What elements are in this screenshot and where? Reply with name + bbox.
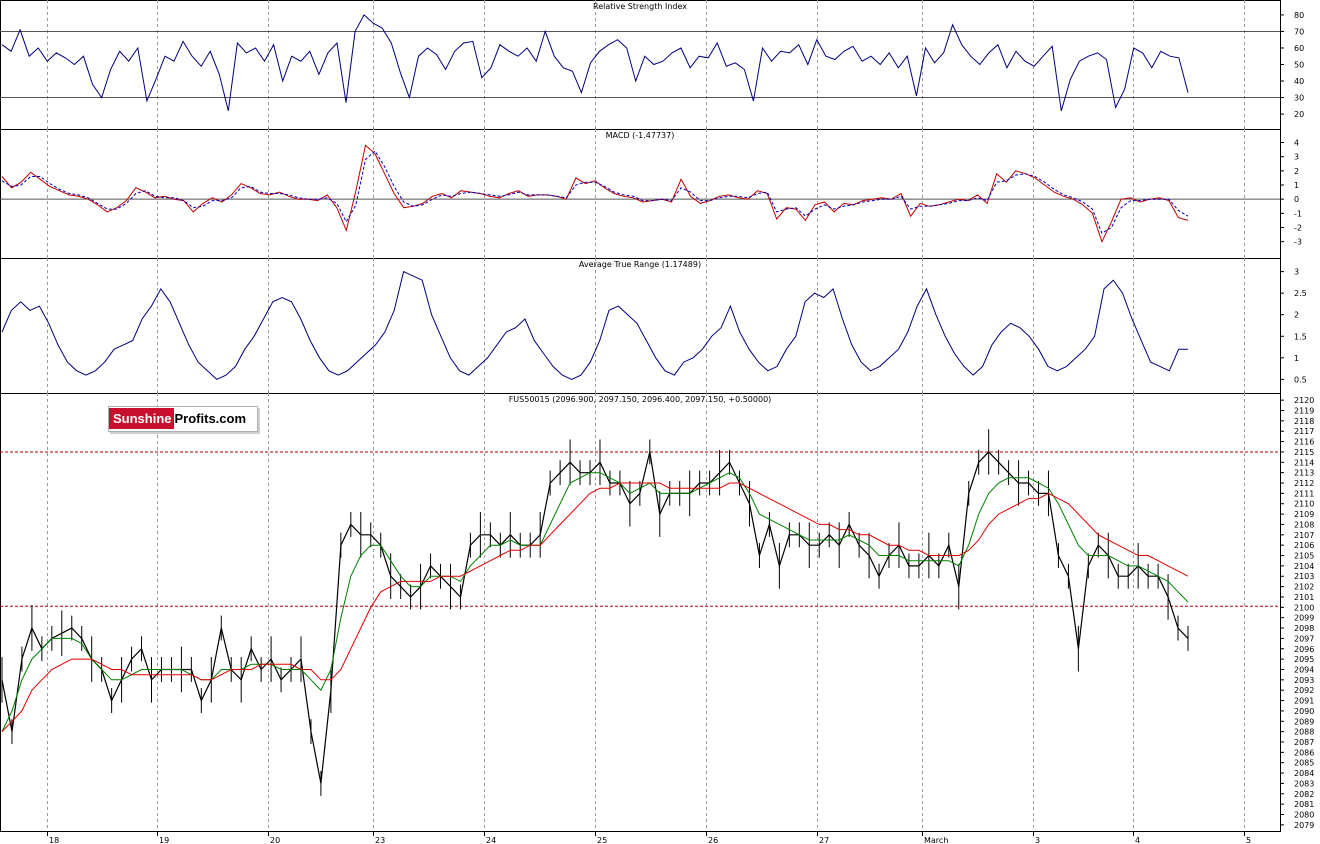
x-tick-label: 4 bbox=[1135, 836, 1140, 844]
y-tick-label: 2101 bbox=[1294, 593, 1314, 602]
x-tick-label: 18 bbox=[49, 836, 59, 844]
panel-frame bbox=[0, 129, 1281, 259]
y-tick-label: 2108 bbox=[1294, 520, 1314, 529]
y-tick-label: 0 bbox=[1294, 195, 1299, 204]
x-tick-label: 25 bbox=[597, 836, 607, 844]
y-tick-label: 2093 bbox=[1294, 676, 1314, 685]
y-tick-label: 20 bbox=[1294, 110, 1304, 119]
y-tick-label: 30 bbox=[1294, 94, 1304, 103]
y-tick-label: 80 bbox=[1294, 11, 1304, 20]
y-tick-label: 60 bbox=[1294, 44, 1304, 53]
y-tick-label: 2085 bbox=[1294, 759, 1314, 768]
y-tick-label: 2091 bbox=[1294, 697, 1314, 706]
y-tick-label: 2089 bbox=[1294, 717, 1314, 726]
logo: Sunshine Profits.com bbox=[108, 406, 258, 432]
y-tick-label: 2098 bbox=[1294, 624, 1314, 633]
y-tick-label: 2087 bbox=[1294, 738, 1314, 747]
y-tick-label: -3 bbox=[1294, 238, 1302, 247]
y-tick-label: 2099 bbox=[1294, 614, 1314, 623]
panel-frame bbox=[0, 258, 1281, 394]
y-tick-label: 2094 bbox=[1294, 665, 1314, 674]
y-tick-label: 2110 bbox=[1294, 500, 1314, 509]
y-tick-label: 2081 bbox=[1294, 800, 1314, 809]
y-tick-label: 3 bbox=[1294, 268, 1299, 277]
y-tick-label: 2080 bbox=[1294, 810, 1314, 819]
y-tick-label: 2096 bbox=[1294, 645, 1314, 654]
x-tick-label: March bbox=[924, 836, 948, 844]
y-tick-label: 2107 bbox=[1294, 531, 1314, 540]
x-tick-label: 23 bbox=[375, 836, 385, 844]
x-tick-label: 20 bbox=[270, 836, 280, 844]
y-tick-label: 2088 bbox=[1294, 728, 1314, 737]
y-tick-label: 40 bbox=[1294, 77, 1304, 86]
y-tick-label: 1 bbox=[1294, 354, 1299, 363]
y-tick-label: 2 bbox=[1294, 311, 1299, 320]
y-tick-label: 2102 bbox=[1294, 583, 1314, 592]
y-tick-label: 2097 bbox=[1294, 634, 1314, 643]
y-tick-label: 2106 bbox=[1294, 541, 1314, 550]
y-tick-label: 2116 bbox=[1294, 438, 1314, 447]
x-tick-label: 24 bbox=[486, 836, 496, 844]
panel-title: Average True Range (1.17489) bbox=[579, 260, 701, 269]
y-tick-label: 2111 bbox=[1294, 489, 1314, 498]
series-line bbox=[1, 472, 1189, 732]
y-tick-label: 2100 bbox=[1294, 603, 1314, 612]
panel-frame bbox=[0, 393, 1281, 832]
y-tick-label: 1.5 bbox=[1294, 332, 1307, 341]
logo-part-profits: Profits.com bbox=[174, 411, 247, 426]
y-tick-label: 2120 bbox=[1294, 396, 1314, 405]
y-tick-label: 2 bbox=[1294, 167, 1299, 176]
y-tick-label: 2104 bbox=[1294, 562, 1314, 571]
y-tick-label: 2.5 bbox=[1294, 289, 1307, 298]
y-tick-label: 2109 bbox=[1294, 510, 1314, 519]
y-tick-label: 2092 bbox=[1294, 686, 1314, 695]
y-tick-label: 2119 bbox=[1294, 407, 1314, 416]
y-tick-label: 2090 bbox=[1294, 707, 1314, 716]
y-tick-label: 2079 bbox=[1294, 821, 1314, 830]
panel-title: Relative Strength Index bbox=[593, 2, 687, 11]
y-tick-label: 50 bbox=[1294, 61, 1304, 70]
y-tick-label: 2105 bbox=[1294, 552, 1314, 561]
y-tick-label: 2117 bbox=[1294, 427, 1314, 436]
y-tick-label: 3 bbox=[1294, 153, 1299, 162]
y-tick-label: 2082 bbox=[1294, 790, 1314, 799]
x-tick-label: 5 bbox=[1246, 836, 1251, 844]
y-tick-label: 2103 bbox=[1294, 572, 1314, 581]
y-tick-label: 2084 bbox=[1294, 769, 1314, 778]
y-tick-label: 2114 bbox=[1294, 458, 1314, 467]
y-tick-label: 2113 bbox=[1294, 469, 1314, 478]
y-tick-label: 0.5 bbox=[1294, 375, 1307, 384]
x-tick-label: 3 bbox=[1035, 836, 1040, 844]
y-tick-label: 2118 bbox=[1294, 417, 1314, 426]
y-tick-label: 70 bbox=[1294, 27, 1304, 36]
y-tick-label: 2095 bbox=[1294, 655, 1314, 664]
x-tick-label: 26 bbox=[708, 836, 718, 844]
y-tick-label: 2115 bbox=[1294, 448, 1314, 457]
panel-title: MACD (-1.47737) bbox=[606, 131, 675, 140]
y-tick-label: 2086 bbox=[1294, 748, 1314, 757]
x-tick-label: 27 bbox=[819, 836, 829, 844]
y-tick-label: -1 bbox=[1294, 209, 1302, 218]
y-tick-label: -2 bbox=[1294, 224, 1302, 233]
y-tick-label: 4 bbox=[1294, 139, 1299, 148]
panel-frame bbox=[0, 0, 1281, 130]
x-tick-label: 19 bbox=[159, 836, 169, 844]
logo-part-sunshine: Sunshine bbox=[109, 408, 174, 429]
y-tick-label: 2112 bbox=[1294, 479, 1314, 488]
y-tick-label: 2083 bbox=[1294, 779, 1314, 788]
panel-title: FUS50015 (2096.900, 2097.150, 2096.400, … bbox=[509, 395, 772, 404]
y-tick-label: 1 bbox=[1294, 181, 1299, 190]
